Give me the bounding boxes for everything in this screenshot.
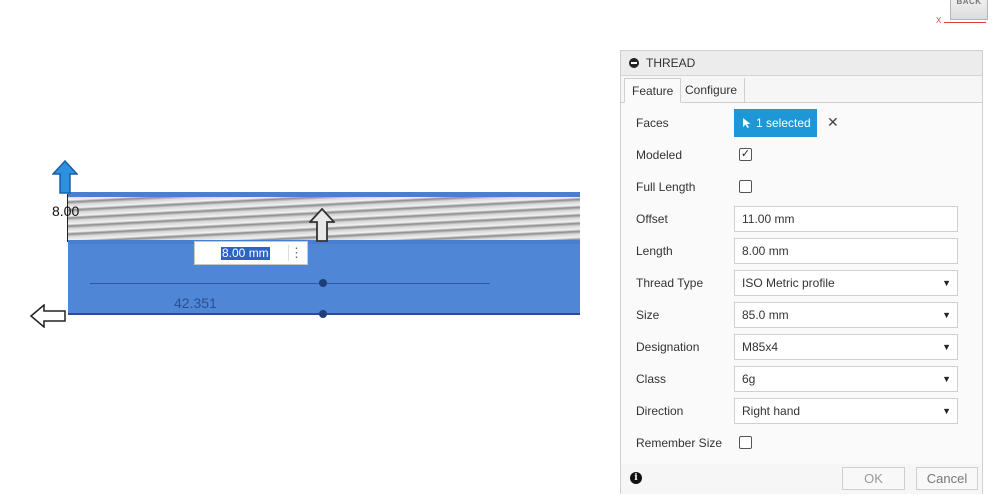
chevron-down-icon: ▼	[942, 406, 951, 416]
thread-type-value: ISO Metric profile	[742, 276, 835, 290]
full-length-checkbox[interactable]	[739, 180, 752, 193]
clear-selection-icon[interactable]: ✕	[827, 114, 839, 131]
dialog-body: Faces 1 selected ✕ Modeled ✓ Full Length…	[621, 103, 982, 489]
length-label: Length	[636, 244, 673, 258]
row-designation: Designation M85x4 ▼	[621, 331, 982, 363]
length-dimension-label: 42.351	[174, 295, 217, 311]
row-direction: Direction Right hand ▼	[621, 395, 982, 427]
row-class: Class 6g ▼	[621, 363, 982, 395]
length-field[interactable]: 8.00 mm	[734, 238, 958, 264]
class-value: 6g	[742, 372, 756, 386]
class-select[interactable]: 6g ▼	[734, 366, 958, 392]
length-input[interactable]: 8.00 mm ⋮	[194, 241, 308, 265]
modeled-label: Modeled	[636, 148, 683, 162]
thread-type-label: Thread Type	[636, 276, 704, 290]
full-length-label: Full Length	[636, 180, 696, 194]
modeled-checkbox[interactable]: ✓	[739, 148, 752, 161]
tab-configure[interactable]: Configure	[678, 78, 746, 103]
row-length: Length 8.00 mm	[621, 235, 982, 267]
row-full-length: Full Length	[621, 171, 982, 203]
info-icon[interactable]: i	[630, 472, 642, 484]
chevron-down-icon: ▼	[942, 278, 951, 288]
row-modeled: Modeled ✓	[621, 139, 982, 171]
input-separator	[288, 245, 289, 261]
manipulator-point[interactable]	[319, 279, 327, 287]
chevron-down-icon: ▼	[942, 310, 951, 320]
cancel-button[interactable]: Cancel	[916, 467, 978, 490]
chevron-down-icon: ▼	[942, 342, 951, 352]
direction-select[interactable]: Right hand ▼	[734, 398, 958, 424]
dimension-line	[90, 283, 490, 284]
x-axis-label: X	[936, 16, 942, 25]
remember-size-checkbox[interactable]	[739, 436, 752, 449]
dialog-header[interactable]: THREAD	[621, 51, 982, 76]
dialog-title: THREAD	[646, 56, 696, 70]
viewcube-face-back[interactable]: BACK	[950, 0, 988, 20]
direction-label: Direction	[636, 404, 684, 418]
class-label: Class	[636, 372, 667, 386]
cursor-icon	[743, 118, 751, 128]
x-axis-line	[944, 22, 986, 23]
designation-label: Designation	[636, 340, 700, 354]
thread-dialog: THREAD Feature Configure Faces 1 selecte…	[620, 50, 983, 494]
offset-label: Offset	[636, 212, 668, 226]
size-select[interactable]: 85.0 mm ▼	[734, 302, 958, 328]
viewcube[interactable]: BACK X	[930, 0, 1000, 32]
direction-value: Right hand	[742, 404, 801, 418]
chevron-down-icon: ▼	[942, 374, 951, 384]
faces-selection-text: 1 selected	[756, 116, 811, 130]
tab-feature[interactable]: Feature	[624, 78, 682, 103]
offset-input[interactable]: 11.00 mm	[734, 206, 958, 232]
row-faces: Faces 1 selected ✕	[621, 107, 982, 139]
row-size: Size 85.0 mm ▼	[621, 299, 982, 331]
faces-selection-button[interactable]: 1 selected	[734, 109, 817, 137]
thread-type-select[interactable]: ISO Metric profile ▼	[734, 270, 958, 296]
collapse-icon[interactable]	[629, 58, 639, 68]
model-canvas[interactable]: 42.351 8.00 8.00 mm ⋮	[0, 0, 620, 504]
row-thread-type: Thread Type ISO Metric profile ▼	[621, 267, 982, 299]
ok-button[interactable]: OK	[842, 467, 905, 490]
more-options-icon[interactable]: ⋮	[290, 245, 303, 261]
length-input-value[interactable]: 8.00 mm	[221, 247, 270, 260]
height-dimension-label: 8.00	[52, 203, 80, 219]
drag-arrow-icon[interactable]	[309, 208, 335, 242]
up-arrow-icon[interactable]	[52, 160, 78, 194]
manipulator-point[interactable]	[319, 310, 327, 318]
row-remember-size: Remember Size	[621, 427, 982, 459]
size-value: 85.0 mm	[742, 308, 789, 322]
left-arrow-icon[interactable]	[30, 304, 66, 328]
remember-size-label: Remember Size	[636, 436, 723, 450]
size-label: Size	[636, 308, 660, 322]
row-offset: Offset 11.00 mm	[621, 203, 982, 235]
dialog-tabs: Feature Configure	[621, 76, 982, 103]
designation-value: M85x4	[742, 340, 779, 354]
faces-label: Faces	[636, 116, 669, 130]
designation-select[interactable]: M85x4 ▼	[734, 334, 958, 360]
dialog-footer: i OK Cancel	[621, 464, 982, 494]
